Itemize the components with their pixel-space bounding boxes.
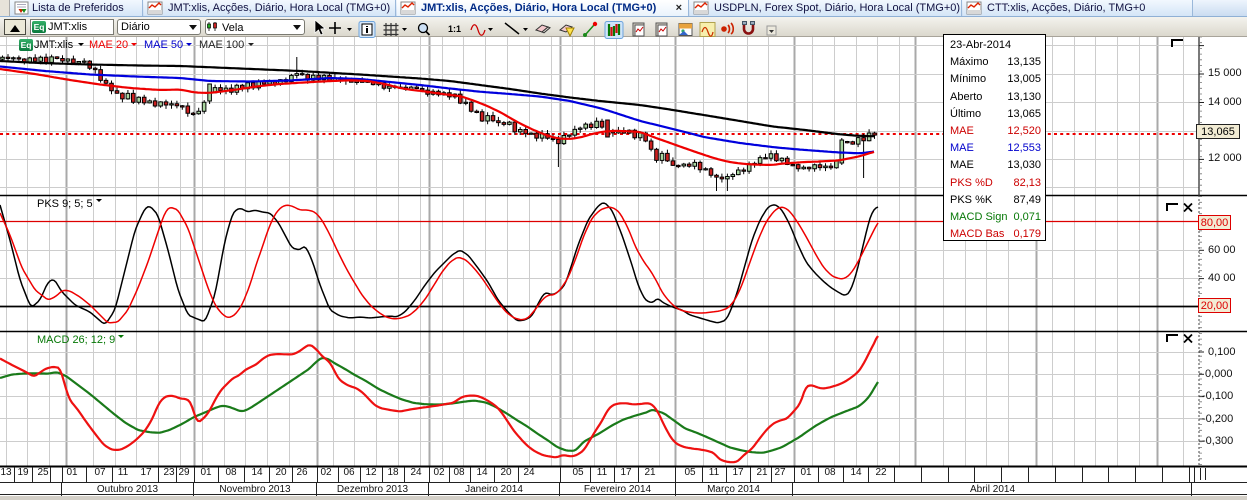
svg-text:1:1: 1:1 xyxy=(448,24,461,34)
